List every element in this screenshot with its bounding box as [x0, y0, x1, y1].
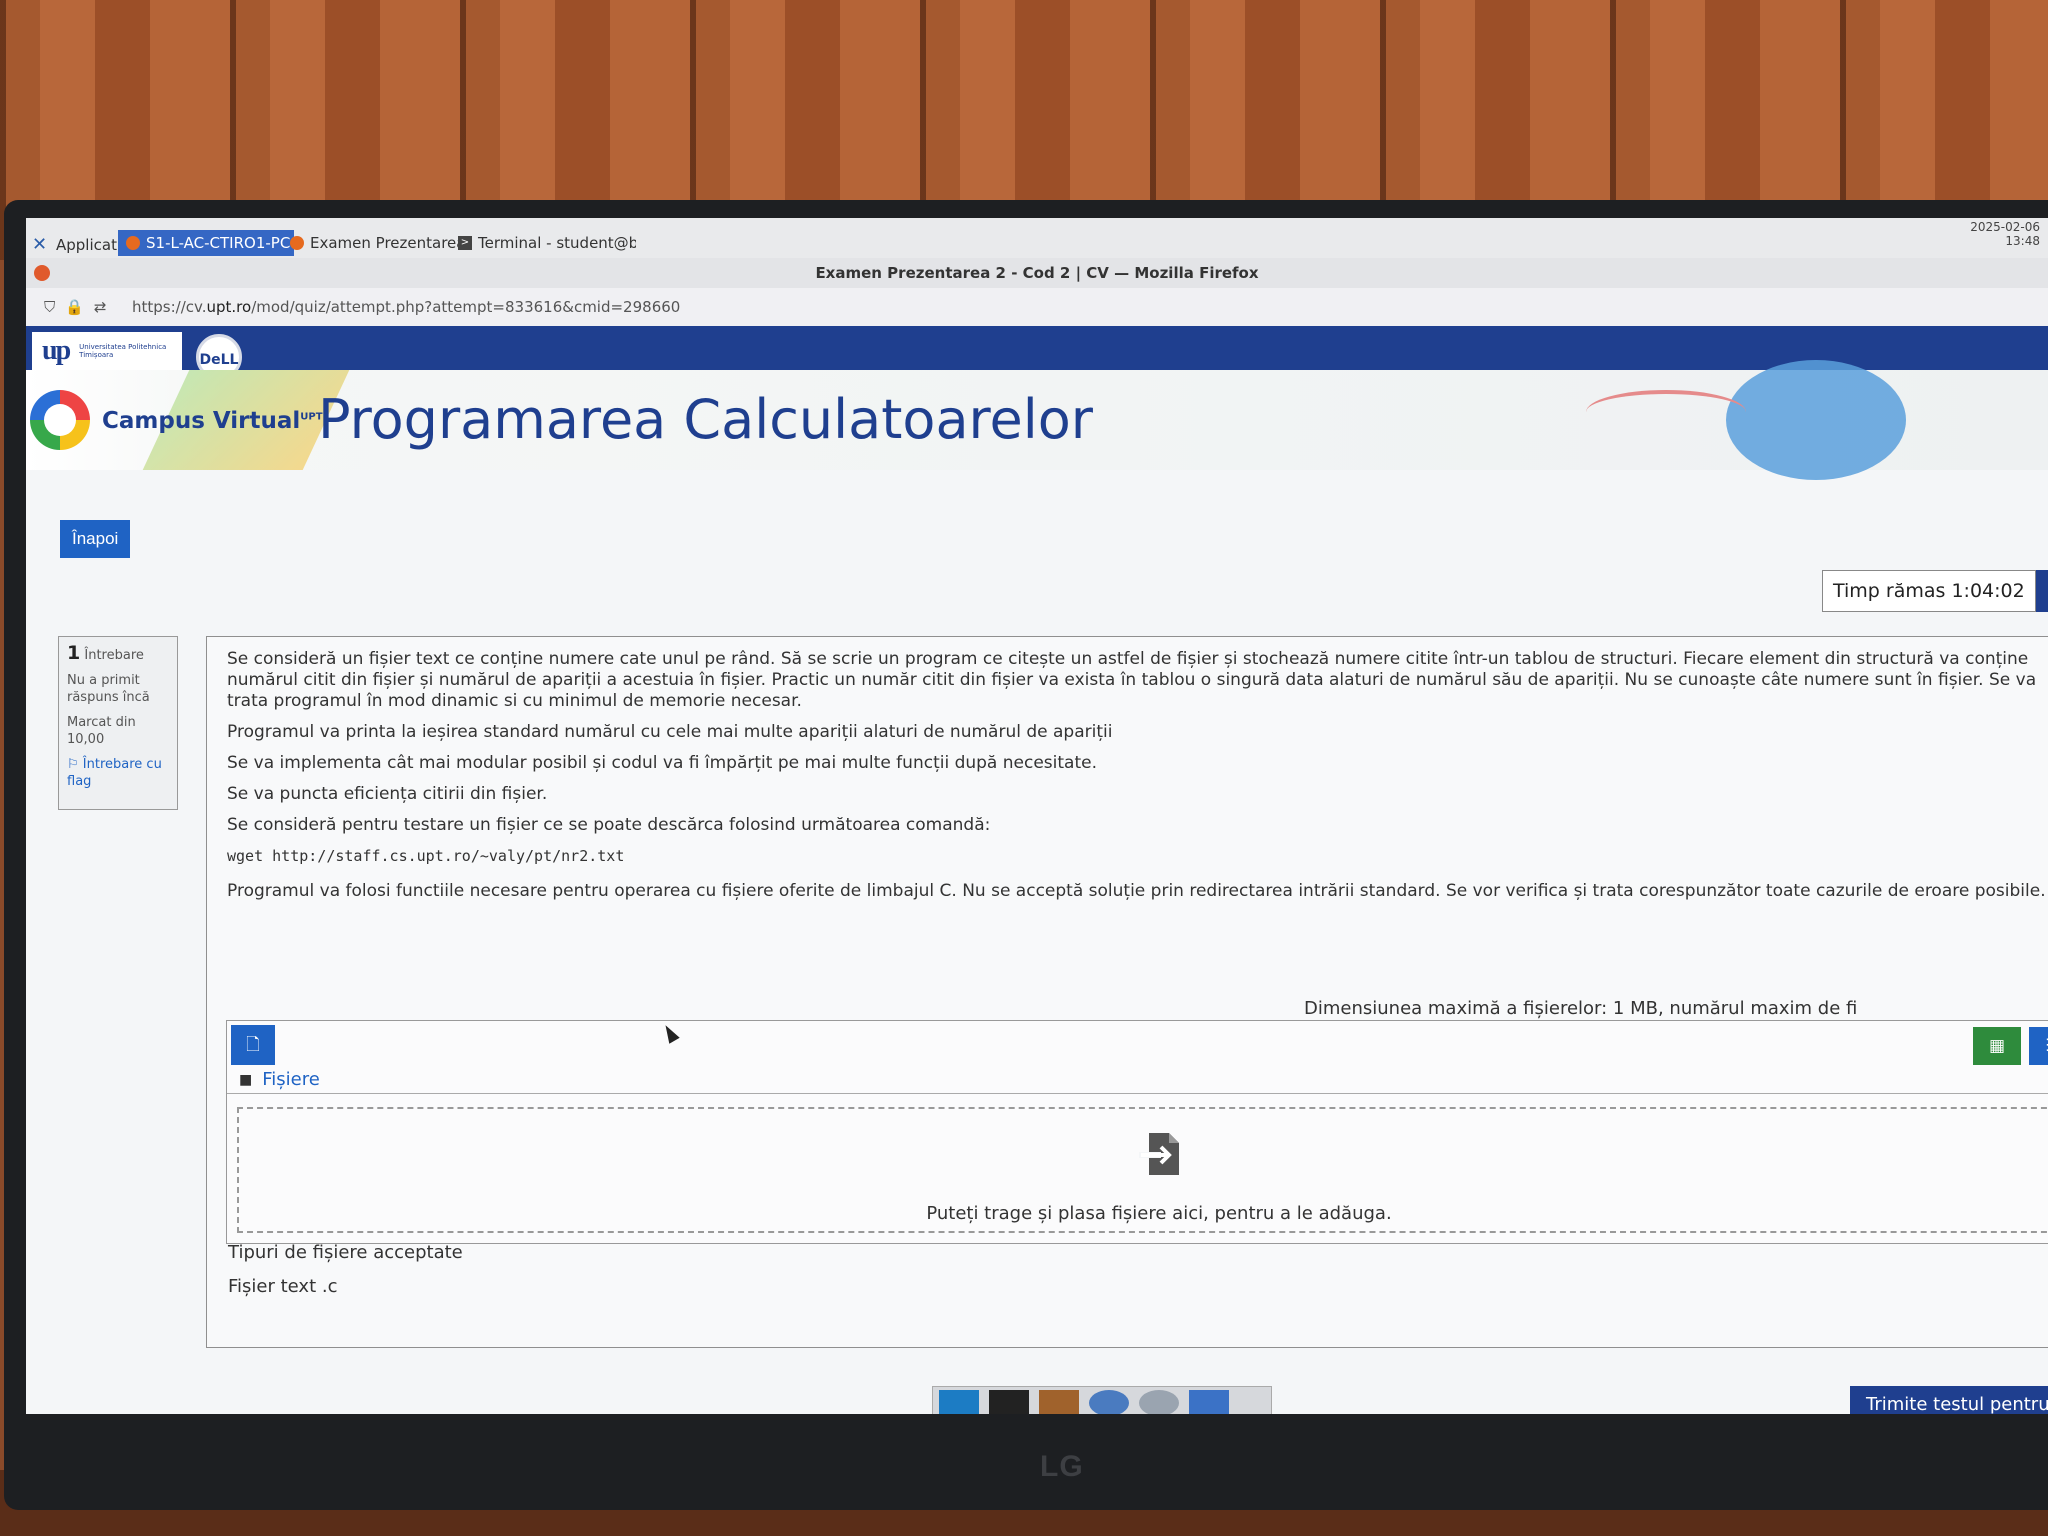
- firefox-icon: [126, 236, 140, 250]
- submit-quiz-button[interactable]: Trimite testul pentru: [1850, 1386, 2048, 1414]
- question-paragraph: Se va implementa cât mai modular posibil…: [227, 753, 1097, 773]
- quiz-navigation-toggle[interactable]: [2036, 570, 2048, 612]
- url-bar[interactable]: ⛉🔒⇄ https://cv.upt.ro/mod/quiz/attempt.p…: [26, 288, 2048, 327]
- course-header: Campus VirtualUPT Programarea Calculatoa…: [26, 360, 2048, 480]
- file-manager-icon[interactable]: [1039, 1390, 1079, 1414]
- clock: 2025-02-06 13:48: [1970, 220, 2040, 248]
- firefox-icon: [34, 265, 50, 281]
- campus-virtual-brand[interactable]: Campus VirtualUPT: [102, 408, 323, 434]
- taskbar-item-terminal[interactable]: > Terminal - student@b41...: [450, 230, 636, 256]
- search-icon[interactable]: [1139, 1390, 1179, 1414]
- question-status: Nu a primit răspuns încă: [67, 673, 150, 705]
- task-label: Examen Prezentarea 2 -...: [310, 234, 464, 252]
- question-paragraph: Se consideră un fișier text ce conține n…: [227, 649, 2037, 711]
- task-label: Terminal - student@b41...: [478, 234, 636, 252]
- upt-logo[interactable]: up Universitatea Politehnica Timișoara: [32, 332, 182, 370]
- url-path: /mod/quiz/attempt.php?attempt=833616&cmi…: [251, 298, 681, 316]
- question-paragraph: Se consideră pentru testare un fișier ce…: [227, 815, 991, 835]
- divider: [227, 1093, 2048, 1094]
- task-label: S1-L-AC-CTIRO1-PC: Ex...: [146, 234, 294, 252]
- xfce-icon: ✕: [32, 234, 48, 255]
- clock-time: 13:48: [2005, 234, 2040, 248]
- flag-label: Întrebare cu flag: [67, 757, 162, 789]
- upt-logo-text: Universitatea Politehnica Timișoara: [79, 343, 167, 359]
- folder-icon: ■: [239, 1071, 253, 1088]
- url-text[interactable]: https://cv.upt.ro/mod/quiz/attempt.php?a…: [132, 288, 680, 326]
- folder-icon[interactable]: [1189, 1390, 1229, 1414]
- screen: ✕ Applications S1-L-AC-CTIRO1-PC: Ex... …: [26, 218, 2048, 1414]
- question-label: Întrebare: [84, 648, 144, 663]
- firefox-icon: [290, 236, 304, 250]
- terminal-icon: >: [458, 236, 472, 250]
- max-file-size: Dimensiunea maximă a fișierelor: 1 MB, n…: [1304, 998, 1858, 1019]
- question-info: 1 Întrebare Nu a primit răspuns încă Mar…: [58, 636, 178, 810]
- list-view-button[interactable]: ☰: [2029, 1027, 2048, 1065]
- terminal-icon[interactable]: [989, 1390, 1029, 1414]
- web-browser-icon[interactable]: [1089, 1390, 1129, 1414]
- files-path[interactable]: ■ Fișiere: [239, 1069, 320, 1090]
- monitor-logo: LG: [1040, 1450, 1084, 1483]
- upt-logo-mark: up: [42, 335, 71, 366]
- drop-zone-text: Puteți trage și plasa fișiere aici, pent…: [926, 1203, 1392, 1224]
- grid-view-button[interactable]: ▦: [1973, 1027, 2021, 1065]
- header-decoration: [1586, 390, 1746, 434]
- grid-icon: ▦: [1988, 1036, 2006, 1056]
- question-number: 1: [67, 642, 81, 664]
- wget-command: wget http://staff.cs.upt.ro/~valy/pt/nr2…: [227, 847, 625, 865]
- taskbar-item-exam[interactable]: Examen Prezentarea 2 -...: [282, 230, 464, 256]
- clock-date: 2025-02-06: [1970, 220, 2040, 234]
- window-title-bar: Examen Prezentarea 2 - Cod 2 | CV — Mozi…: [26, 258, 2048, 288]
- window-title: Examen Prezentarea 2 - Cod 2 | CV — Mozi…: [815, 264, 1259, 282]
- time-remaining: Timp rămas 1:04:02: [1822, 570, 2036, 612]
- back-button[interactable]: Înapoi: [60, 520, 131, 558]
- question-paragraph: Programul va folosi functiile necesare p…: [227, 881, 2046, 901]
- url-prefix: https://cv.: [132, 298, 207, 316]
- add-file-button[interactable]: 🗋: [231, 1025, 275, 1065]
- accepted-types-label: Tipuri de fișiere acceptate: [228, 1242, 463, 1263]
- desktop-dock: [932, 1386, 1272, 1414]
- drop-zone[interactable]: Puteți trage și plasa fișiere aici, pent…: [237, 1107, 2048, 1233]
- course-title: Programarea Calculatoarelor: [318, 388, 1094, 451]
- security-icons: ⛉🔒⇄: [44, 298, 117, 316]
- flag-question-link[interactable]: ⚐ Întrebare cu flag: [67, 756, 169, 790]
- desktop-panel: ✕ Applications S1-L-AC-CTIRO1-PC: Ex... …: [26, 218, 2048, 259]
- question-grade: Marcat din 10,00: [67, 715, 136, 747]
- header-decoration: [1726, 360, 1906, 480]
- question-text: Se consideră un fișier text ce conține n…: [227, 649, 2048, 912]
- accepted-types-value: Fișier text .c: [228, 1276, 338, 1297]
- flag-icon: ⚐: [67, 757, 79, 772]
- file-upload-icon: [1139, 1133, 1179, 1175]
- question-paragraph: Se va puncta eficiența citirii din fișie…: [227, 784, 548, 804]
- campus-virtual-logo-icon: [30, 390, 90, 450]
- taskbar-item-ex[interactable]: S1-L-AC-CTIRO1-PC: Ex...: [118, 230, 294, 256]
- file-manager: 🗋 ▦ ☰ ■ Fișiere Puteți trage și plasa fi…: [226, 1020, 2048, 1244]
- brand-name: Campus Virtual: [102, 408, 301, 434]
- file-icon: 🗋: [246, 1035, 260, 1055]
- question-paragraph: Programul va printa la ieșirea standard …: [227, 722, 1113, 742]
- site-navbar: up Universitatea Politehnica Timișoara D…: [26, 326, 2048, 380]
- show-desktop-icon[interactable]: [939, 1390, 979, 1414]
- files-path-label: Fișiere: [262, 1069, 320, 1090]
- url-domain: upt.ro: [206, 298, 252, 316]
